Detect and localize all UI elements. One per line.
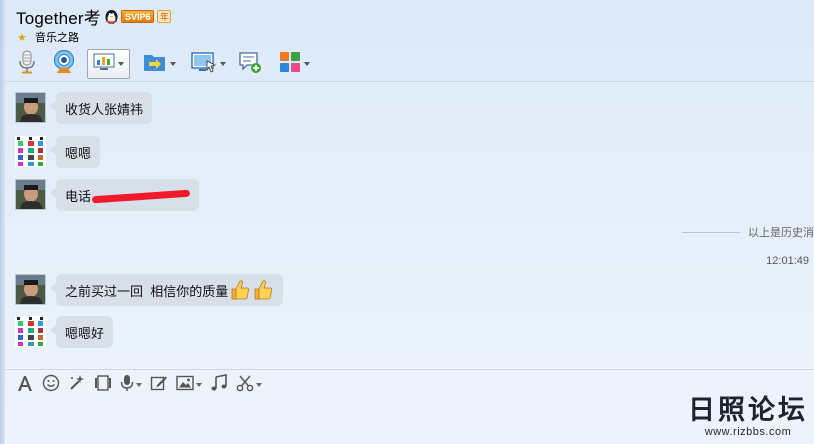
apps-button[interactable] bbox=[275, 49, 313, 79]
screenshot-button[interactable] bbox=[236, 374, 262, 396]
contact-name[interactable]: Together考 bbox=[16, 4, 101, 29]
file-transfer-button[interactable] bbox=[140, 49, 178, 79]
message-item: 收货人张婧祎 bbox=[15, 92, 153, 124]
apps-icon bbox=[279, 51, 301, 78]
chevron-down-icon[interactable] bbox=[219, 62, 226, 66]
message-bubble[interactable]: 嗯嗯 bbox=[49, 136, 101, 168]
camera-icon bbox=[52, 49, 76, 80]
message-bubble[interactable]: 收货人张婧祎 bbox=[49, 92, 153, 124]
status-row: ★ 音乐之路 bbox=[17, 29, 79, 45]
chevron-down-icon[interactable] bbox=[196, 383, 202, 387]
scissors-icon bbox=[236, 374, 254, 397]
music-button[interactable] bbox=[210, 373, 228, 397]
message-text: 嗯嗯好 bbox=[65, 325, 105, 341]
remote-assist-button[interactable] bbox=[189, 49, 227, 79]
screen-share-icon bbox=[93, 53, 115, 76]
status-text: 音乐之路 bbox=[35, 32, 79, 44]
send-image-button[interactable] bbox=[176, 374, 202, 396]
message-text: 之前买过一回 相信你的质量 bbox=[65, 283, 229, 299]
remote-assist-icon bbox=[190, 51, 217, 78]
message-item: 电话 bbox=[15, 179, 200, 211]
font-icon bbox=[16, 374, 34, 397]
chevron-down-icon[interactable] bbox=[256, 383, 262, 387]
vip-badge[interactable]: SVIP6 bbox=[120, 9, 155, 23]
contact-avatar[interactable] bbox=[15, 274, 46, 305]
divider-line bbox=[682, 231, 740, 233]
edit-icon bbox=[150, 374, 168, 397]
image-icon bbox=[176, 374, 194, 397]
redaction-mark bbox=[91, 189, 191, 203]
voice-call-button[interactable] bbox=[14, 49, 40, 79]
video-frame-icon bbox=[94, 374, 112, 397]
message-timestamp: 12:01:49 bbox=[766, 255, 809, 267]
message-bubble[interactable]: 嗯嗯好 bbox=[49, 316, 114, 348]
input-divider bbox=[5, 369, 814, 370]
chevron-down-icon[interactable] bbox=[169, 62, 176, 66]
voice-message-button[interactable] bbox=[120, 374, 142, 396]
chat-header: Together考 SVIP6 年 ★ 音乐之路 bbox=[0, 0, 814, 82]
input-toolbar bbox=[16, 373, 270, 397]
smiley-icon bbox=[42, 374, 60, 397]
message-item: 之前买过一回 相信你的质量 bbox=[15, 274, 284, 306]
my-avatar[interactable] bbox=[15, 136, 46, 167]
contact-avatar[interactable] bbox=[15, 92, 46, 123]
emoji-button[interactable] bbox=[42, 374, 60, 396]
message-item: 嗯嗯 bbox=[15, 136, 101, 168]
my-avatar[interactable] bbox=[15, 316, 46, 347]
chevron-down-icon[interactable] bbox=[118, 62, 124, 66]
font-button[interactable] bbox=[16, 374, 34, 396]
message-bubble[interactable]: 电话 bbox=[49, 179, 200, 211]
contact-avatar[interactable] bbox=[15, 179, 46, 210]
video-frame-button[interactable] bbox=[94, 374, 112, 396]
chat-toolbar bbox=[14, 48, 313, 80]
message-text: 电话 bbox=[65, 188, 92, 204]
message-list[interactable]: 收货人张婧祎 嗯嗯 电话 以上是历史消 12:01:49 之前买过一回 相信你的… bbox=[0, 86, 814, 366]
message-item: 嗯嗯好 bbox=[15, 316, 114, 348]
microphone-icon bbox=[18, 50, 36, 79]
history-divider: 以上是历史消 bbox=[682, 224, 814, 240]
message-text: 收货人张婧祎 bbox=[65, 101, 144, 117]
screen-share-button[interactable] bbox=[87, 49, 130, 79]
watermark-logo: 日照论坛 bbox=[688, 395, 808, 426]
title-row: Together考 SVIP6 年 bbox=[16, 4, 172, 29]
file-transfer-icon bbox=[143, 51, 167, 78]
year-badge[interactable]: 年 bbox=[157, 9, 172, 23]
star-icon: ★ bbox=[17, 31, 27, 44]
watermark-url: www.rizbbs.com bbox=[704, 426, 792, 438]
header-divider bbox=[5, 81, 814, 82]
magic-emoji-button[interactable] bbox=[68, 374, 86, 396]
thumbs-up-icon bbox=[229, 279, 251, 301]
qq-penguin-icon bbox=[103, 8, 120, 25]
chevron-down-icon[interactable] bbox=[136, 383, 142, 387]
message-text: 嗯嗯 bbox=[65, 145, 92, 161]
magic-wand-icon bbox=[68, 374, 86, 397]
edit-button[interactable] bbox=[150, 374, 168, 396]
new-discussion-icon bbox=[238, 50, 262, 79]
history-divider-text: 以上是历史消 bbox=[748, 227, 814, 239]
voice-icon bbox=[120, 374, 134, 397]
watermark: 日照论坛 www.rizbbs.com bbox=[688, 395, 808, 439]
message-bubble[interactable]: 之前买过一回 相信你的质量 bbox=[49, 274, 284, 306]
new-discussion-button[interactable] bbox=[237, 49, 263, 79]
music-icon bbox=[210, 373, 228, 397]
thumbs-up-icon bbox=[252, 279, 274, 301]
video-call-button[interactable] bbox=[51, 49, 77, 79]
chevron-down-icon[interactable] bbox=[303, 62, 310, 66]
